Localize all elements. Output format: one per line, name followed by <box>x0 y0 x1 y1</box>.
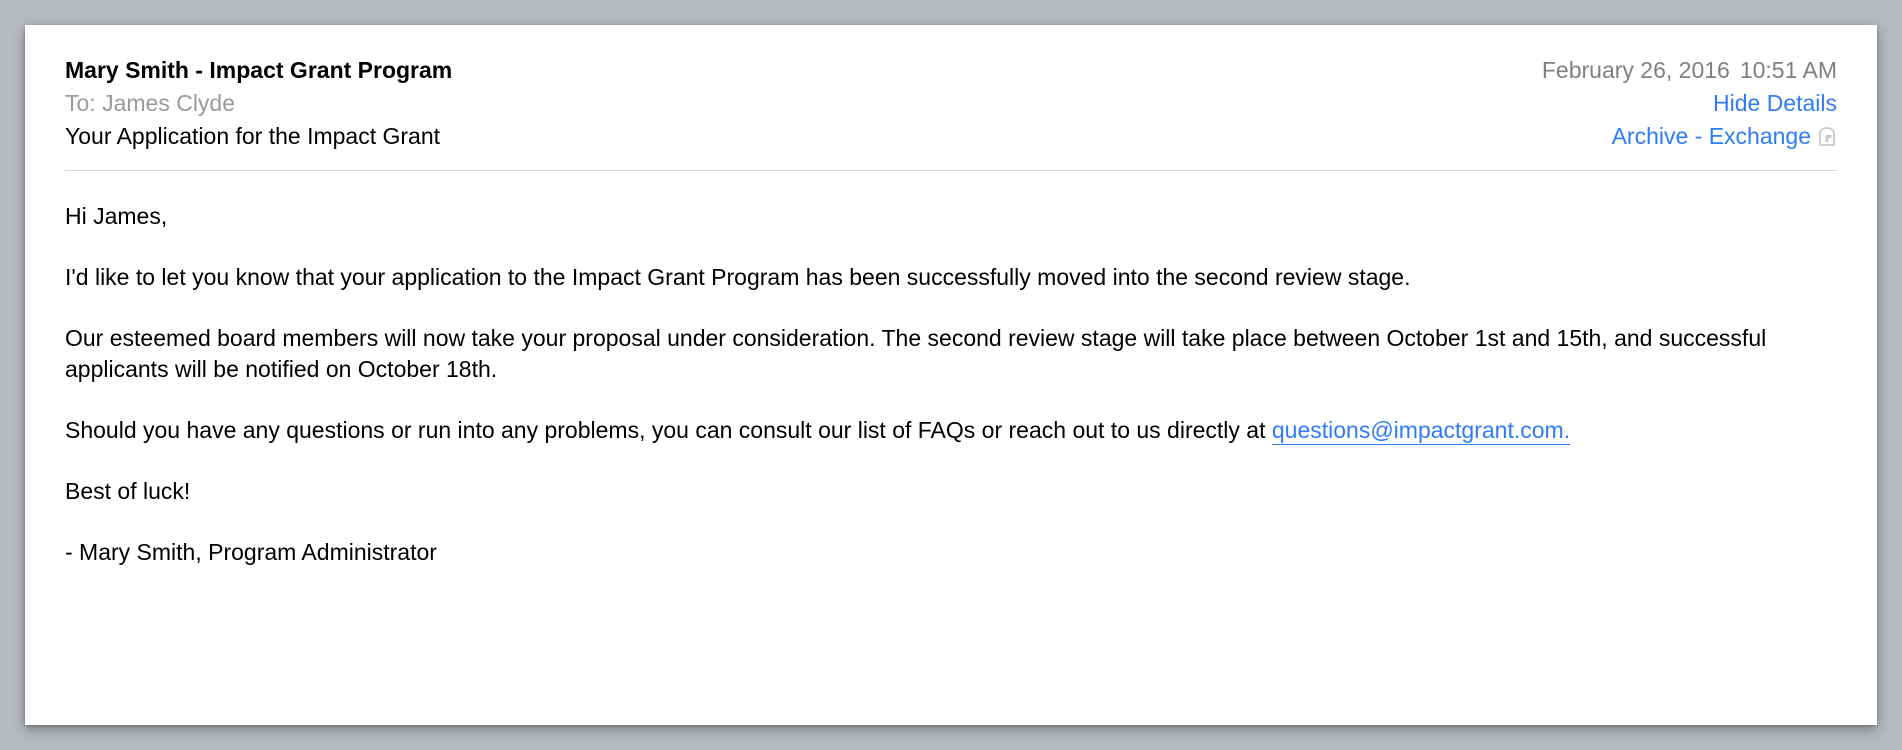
email-body: Hi James, I'd like to let you know that … <box>65 201 1837 568</box>
contact-email-link[interactable]: questions@impactgrant.com. <box>1272 417 1570 445</box>
to-prefix: To: <box>65 90 102 116</box>
archive-label: Archive - Exchange <box>1612 121 1811 152</box>
to-name: James Clyde <box>102 90 235 116</box>
archive-row: Archive - Exchange <box>1542 121 1837 152</box>
paragraph-1: I'd like to let you know that your appli… <box>65 262 1837 293</box>
hide-details-link[interactable]: Hide Details <box>1542 88 1837 119</box>
paragraph-3: Should you have any questions or run int… <box>65 415 1837 446</box>
signature: - Mary Smith, Program Administrator <box>65 537 1837 568</box>
paragraph-2: Our esteemed board members will now take… <box>65 323 1837 385</box>
mailbox-icon <box>1817 125 1837 149</box>
time: 10:51 AM <box>1740 57 1837 83</box>
p3-text: Should you have any questions or run int… <box>65 417 1272 443</box>
email-header: Mary Smith - Impact Grant Program To: Ja… <box>65 55 1837 171</box>
email-card: Mary Smith - Impact Grant Program To: Ja… <box>25 25 1877 725</box>
closing: Best of luck! <box>65 476 1837 507</box>
timestamp: February 26, 2016 10:51 AM <box>1542 55 1837 86</box>
greeting: Hi James, <box>65 201 1837 232</box>
header-meta: February 26, 2016 10:51 AM Hide Details A… <box>1542 55 1837 152</box>
date: February 26, 2016 <box>1542 57 1730 83</box>
